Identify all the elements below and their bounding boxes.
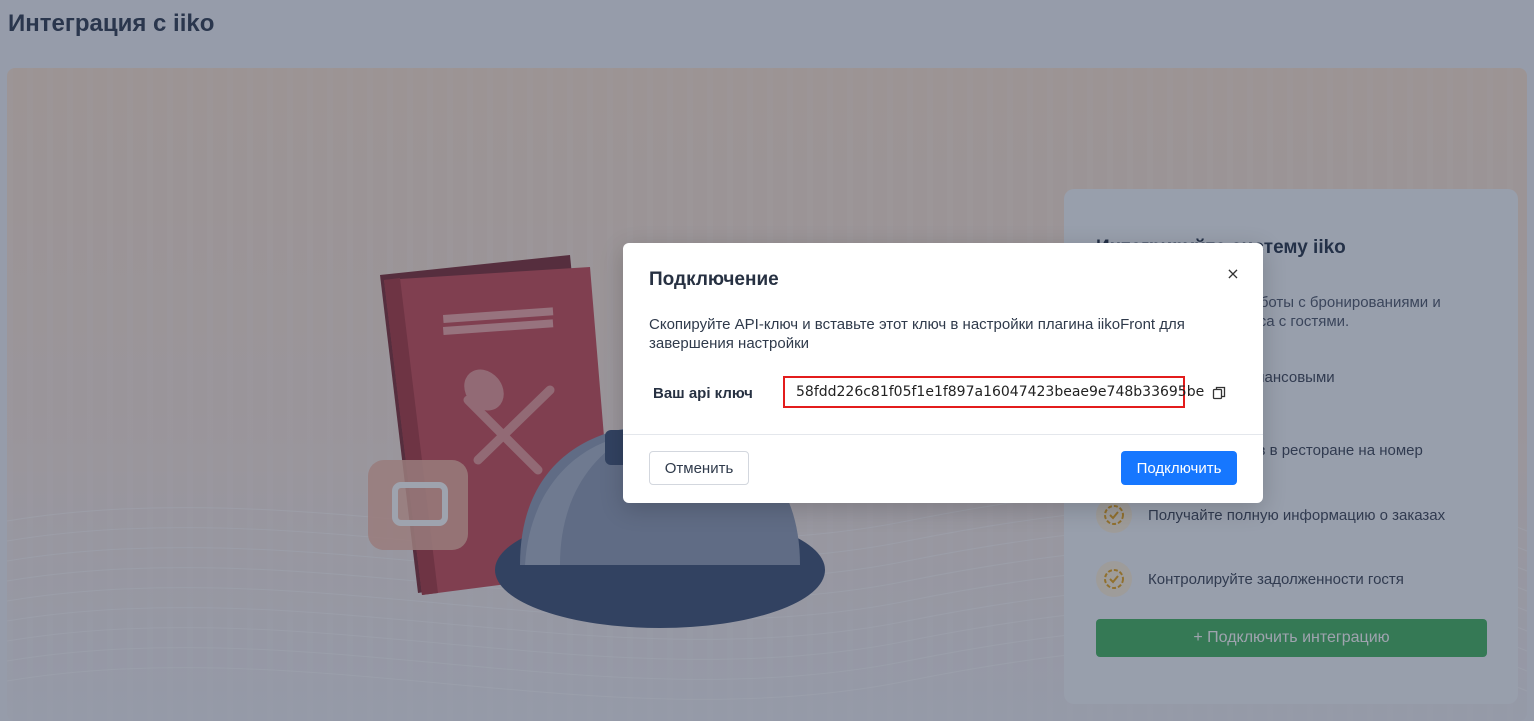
connect-button[interactable]: Подключить — [1121, 451, 1237, 485]
modal-title: Подключение — [649, 269, 779, 290]
connection-modal: Подключение × Скопируйте API-ключ и вста… — [623, 243, 1263, 503]
api-key-label: Ваш api ключ — [653, 385, 753, 402]
copy-icon[interactable] — [1209, 383, 1229, 403]
modal-divider — [623, 434, 1263, 435]
api-key-field[interactable]: 58fdd226c81f05f1e1f897a16047423beae9e748… — [783, 376, 1204, 408]
close-icon[interactable]: × — [1222, 263, 1244, 285]
cancel-button[interactable]: Отменить — [649, 451, 749, 485]
modal-description: Скопируйте API-ключ и вставьте этот ключ… — [649, 316, 1185, 352]
